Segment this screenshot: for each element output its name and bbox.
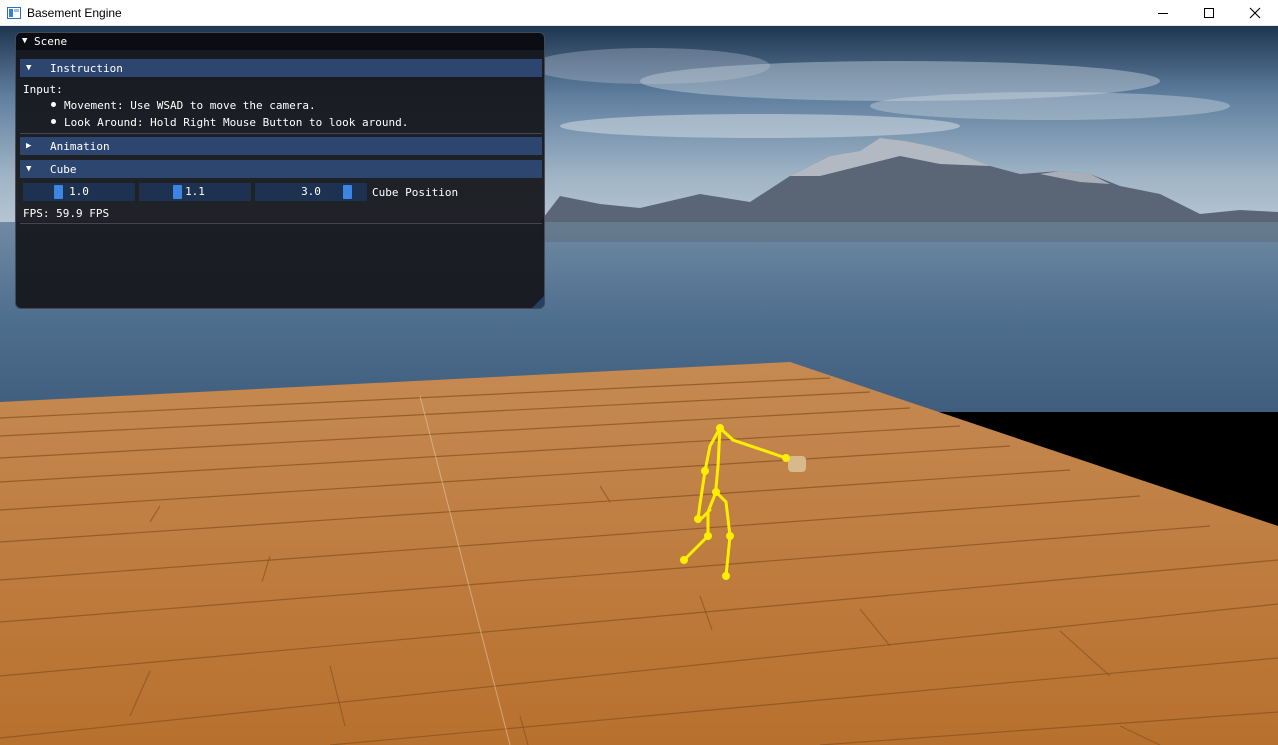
scene-panel[interactable]: ▼ Scene ▼ Instruction Input: Movement: U… [15, 32, 545, 309]
cube-position-y-slider[interactable]: 1.1 [139, 183, 251, 201]
cube-header[interactable]: ▼ Cube [20, 160, 542, 178]
bullet-icon [51, 119, 56, 124]
minimize-icon [1158, 13, 1168, 14]
cube-header-label: Cube [50, 162, 77, 176]
bullet-icon [51, 102, 56, 107]
input-label: Input: [23, 83, 63, 96]
cube-position-x-slider[interactable]: 1.0 [23, 183, 135, 201]
expanded-arrow-icon: ▼ [26, 163, 32, 174]
animation-header-label: Animation [50, 139, 110, 153]
window-title: Basement Engine [27, 5, 122, 20]
collapsed-arrow-icon: ▶ [26, 140, 32, 151]
collapse-arrow-icon[interactable]: ▼ [22, 37, 34, 46]
animation-header[interactable]: ▶ Animation [20, 137, 542, 155]
cube-position-x-value: 1.0 [69, 185, 89, 198]
maximize-button[interactable] [1186, 0, 1232, 26]
instruction-look-around: Look Around: Hold Right Mouse Button to … [64, 116, 409, 129]
close-button[interactable] [1232, 0, 1278, 26]
scene-panel-titlebar[interactable]: ▼ Scene [16, 33, 544, 50]
app-icon [7, 6, 21, 19]
close-icon [1249, 7, 1261, 19]
window-titlebar[interactable]: Basement Engine [0, 0, 1278, 26]
expanded-arrow-icon: ▼ [26, 62, 32, 73]
separator [20, 133, 542, 134]
cube-object [788, 456, 806, 472]
maximize-icon [1204, 8, 1214, 18]
scene-panel-title: Scene [34, 35, 68, 48]
instruction-movement: Movement: Use WSAD to move the camera. [64, 99, 316, 112]
fps-text: FPS: 59.9 FPS [23, 207, 110, 220]
resize-grip[interactable] [532, 296, 544, 308]
separator [20, 223, 542, 224]
instruction-header-label: Instruction [50, 61, 123, 75]
cube-position-label: Cube Position [372, 186, 459, 199]
instruction-header[interactable]: ▼ Instruction [20, 59, 542, 77]
cube-position-y-value: 1.1 [185, 185, 205, 198]
cube-position-z-slider[interactable]: 3.0 [255, 183, 367, 201]
minimize-button[interactable] [1140, 0, 1186, 26]
cube-position-z-value: 3.0 [301, 185, 321, 198]
